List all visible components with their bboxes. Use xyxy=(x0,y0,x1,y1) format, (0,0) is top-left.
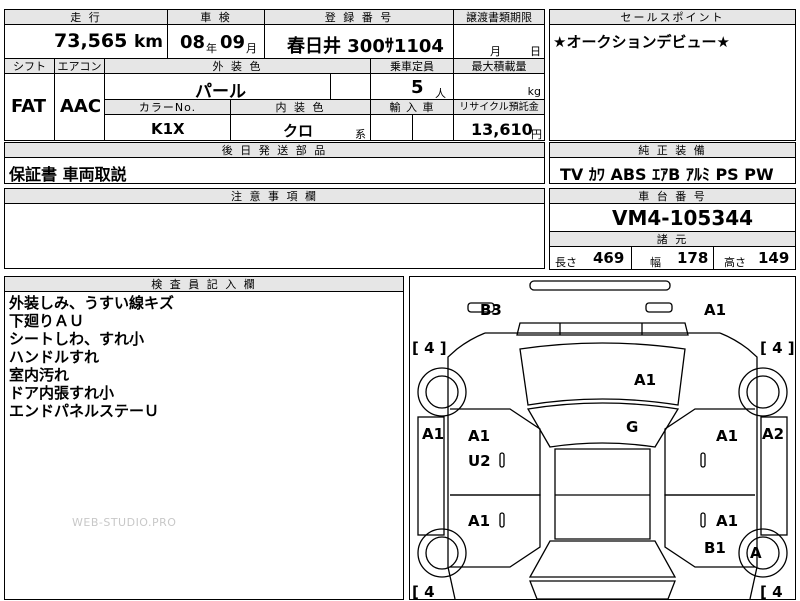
exterior-header: 外 装 色 xyxy=(104,58,371,74)
height-cell: 高さ 149 xyxy=(713,246,796,270)
delivery-cell: 保証書 車両取説 xyxy=(4,157,545,184)
shift-value: FAT xyxy=(11,96,47,117)
damage-a1-front-left-door: A1 xyxy=(468,427,491,445)
color-no-header: カラーNo. xyxy=(104,99,231,115)
tire-bottom-right: [ 4 xyxy=(760,583,783,601)
interior-cell: クロ 系 xyxy=(230,114,371,141)
damage-g-windshield: G xyxy=(626,418,639,436)
delivery-header: 後 日 発 送 部 品 xyxy=(4,142,545,158)
dimensions-header: 諸 元 xyxy=(549,231,796,247)
inspection-year: 08 xyxy=(180,32,206,53)
damage-a1-hood: A1 xyxy=(634,371,657,389)
transfer-cell: 月 日 xyxy=(453,24,545,59)
inspection-month: 09 xyxy=(220,32,246,53)
vehicle-diagram: B3 A1 [ 4 ] [ 4 ] A1 G A1 A1 U2 A1 A1 A2… xyxy=(409,276,796,601)
interior-value: クロ xyxy=(283,122,314,140)
sales-text: ★オークションデビュー★ xyxy=(553,33,730,51)
inspection-year-unit: 年 xyxy=(206,42,217,55)
length-cell: 長さ 469 xyxy=(549,246,632,270)
inspection-cell: 08 年 09 月 xyxy=(167,24,265,59)
interior-unit: 系 xyxy=(355,128,366,141)
shift-header: シフト xyxy=(4,58,55,74)
inspector-note: エンドパネルステーＵ xyxy=(9,402,160,420)
transfer-month-unit: 月 xyxy=(490,45,501,58)
inspection-month-unit: 月 xyxy=(246,42,257,55)
damage-a1-top-right: A1 xyxy=(704,301,727,319)
height-value: 149 xyxy=(758,249,790,267)
chassis-cell: VM4-105344 xyxy=(549,203,796,232)
watermark: WEB-STUDIO.PRO xyxy=(72,516,177,529)
import-cell-left xyxy=(370,114,413,141)
damage-a1-rear-left-door: A1 xyxy=(468,512,491,530)
plate-value: 春日井 300ｻ1104 xyxy=(287,36,444,57)
inspection-header: 車 検 xyxy=(167,9,265,25)
damage-u2-front-left-door: U2 xyxy=(468,452,491,470)
recycle-value: 13,610 xyxy=(471,120,533,139)
length-label: 長さ xyxy=(555,256,577,269)
damage-a2-right-side: A2 xyxy=(762,425,785,443)
inspector-header: 検 査 員 記 入 欄 xyxy=(4,276,404,292)
sales-header: セールスポイント xyxy=(549,9,796,25)
mileage-value: 73,565 km xyxy=(54,30,163,52)
tire-top-left: [ 4 ] xyxy=(412,339,447,357)
equipment-cell: TV ｶﾜ ABS ｴｱB ｱﾙﾐ PS PW xyxy=(549,157,796,184)
transfer-header: 譲渡書類期限 xyxy=(453,9,545,25)
chassis-header: 車 台 番 号 xyxy=(549,188,796,204)
width-cell: 幅 178 xyxy=(631,246,714,270)
capacity-cell: 5 人 xyxy=(370,73,454,100)
import-cell-right xyxy=(412,114,454,141)
damage-a-rear-wheel: A xyxy=(750,544,762,562)
capacity-header: 乗車定員 xyxy=(370,58,454,74)
inspector-notes: 外装しみ、うすい線キズ 下廻りＡＵ シートしわ、すれ小 ハンドルすれ 室内汚れ … xyxy=(4,291,404,600)
damage-a1-rear-right-door: A1 xyxy=(716,512,739,530)
mileage-header: 走 行 xyxy=(4,9,168,25)
height-label: 高さ xyxy=(724,256,746,269)
damage-a1-front-right-door: A1 xyxy=(716,427,739,445)
ac-value: AAC xyxy=(60,96,102,117)
color-no-value: K1X xyxy=(151,120,185,138)
inspector-note: ドア内張すれ小 xyxy=(9,384,115,402)
load-cell: kg xyxy=(453,73,545,100)
tire-top-right: [ 4 ] xyxy=(760,339,795,357)
exterior-extra-cell xyxy=(330,73,371,100)
transfer-day-unit: 日 xyxy=(530,45,541,58)
width-label: 幅 xyxy=(650,256,661,269)
exterior-value: パール xyxy=(195,82,246,100)
delivery-text: 保証書 車両取説 xyxy=(9,165,127,184)
capacity-value: 5 xyxy=(411,77,424,98)
length-value: 469 xyxy=(593,249,625,267)
tire-bottom-left: [ 4 xyxy=(412,583,435,601)
caution-cell xyxy=(4,203,545,269)
recycle-header: リサイクル預託金 xyxy=(453,99,545,115)
load-header: 最大積載量 xyxy=(453,58,545,74)
inspector-note: シートしわ、すれ小 xyxy=(9,330,145,348)
chassis-value: VM4-105344 xyxy=(612,206,754,230)
inspector-note: 下廻りＡＵ xyxy=(9,312,85,330)
equipment-header: 純 正 装 備 xyxy=(549,142,796,158)
equipment-text: TV ｶﾜ ABS ｴｱB ｱﾙﾐ PS PW xyxy=(560,165,774,184)
recycle-unit: 円 xyxy=(531,128,542,141)
damage-a1-left-side: A1 xyxy=(422,425,445,443)
inspector-note: 外装しみ、うすい線キズ xyxy=(9,294,175,312)
import-header: 輸 入 車 xyxy=(370,99,454,115)
plate-cell: 春日井 300ｻ1104 xyxy=(264,24,454,59)
plate-header: 登 録 番 号 xyxy=(264,9,454,25)
inspector-note: 室内汚れ xyxy=(9,366,70,384)
capacity-unit: 人 xyxy=(435,87,446,100)
exterior-cell: パール xyxy=(104,73,331,100)
inspector-note: ハンドルすれ xyxy=(9,348,100,366)
color-no-cell: K1X xyxy=(104,114,231,141)
damage-b1-rear-right: B1 xyxy=(704,539,726,557)
sales-cell: ★オークションデビュー★ xyxy=(549,24,796,141)
shift-cell: FAT xyxy=(4,73,55,141)
recycle-cell: 13,610 円 xyxy=(453,114,545,141)
caution-header: 注 意 事 項 欄 xyxy=(4,188,545,204)
damage-b3: B3 xyxy=(480,301,502,319)
load-unit: kg xyxy=(527,85,541,98)
interior-header: 内 装 色 xyxy=(230,99,371,115)
mileage-cell: 73,565 km xyxy=(4,24,168,59)
ac-header: エアコン xyxy=(54,58,105,74)
width-value: 178 xyxy=(677,249,709,267)
ac-cell: AAC xyxy=(54,73,105,141)
